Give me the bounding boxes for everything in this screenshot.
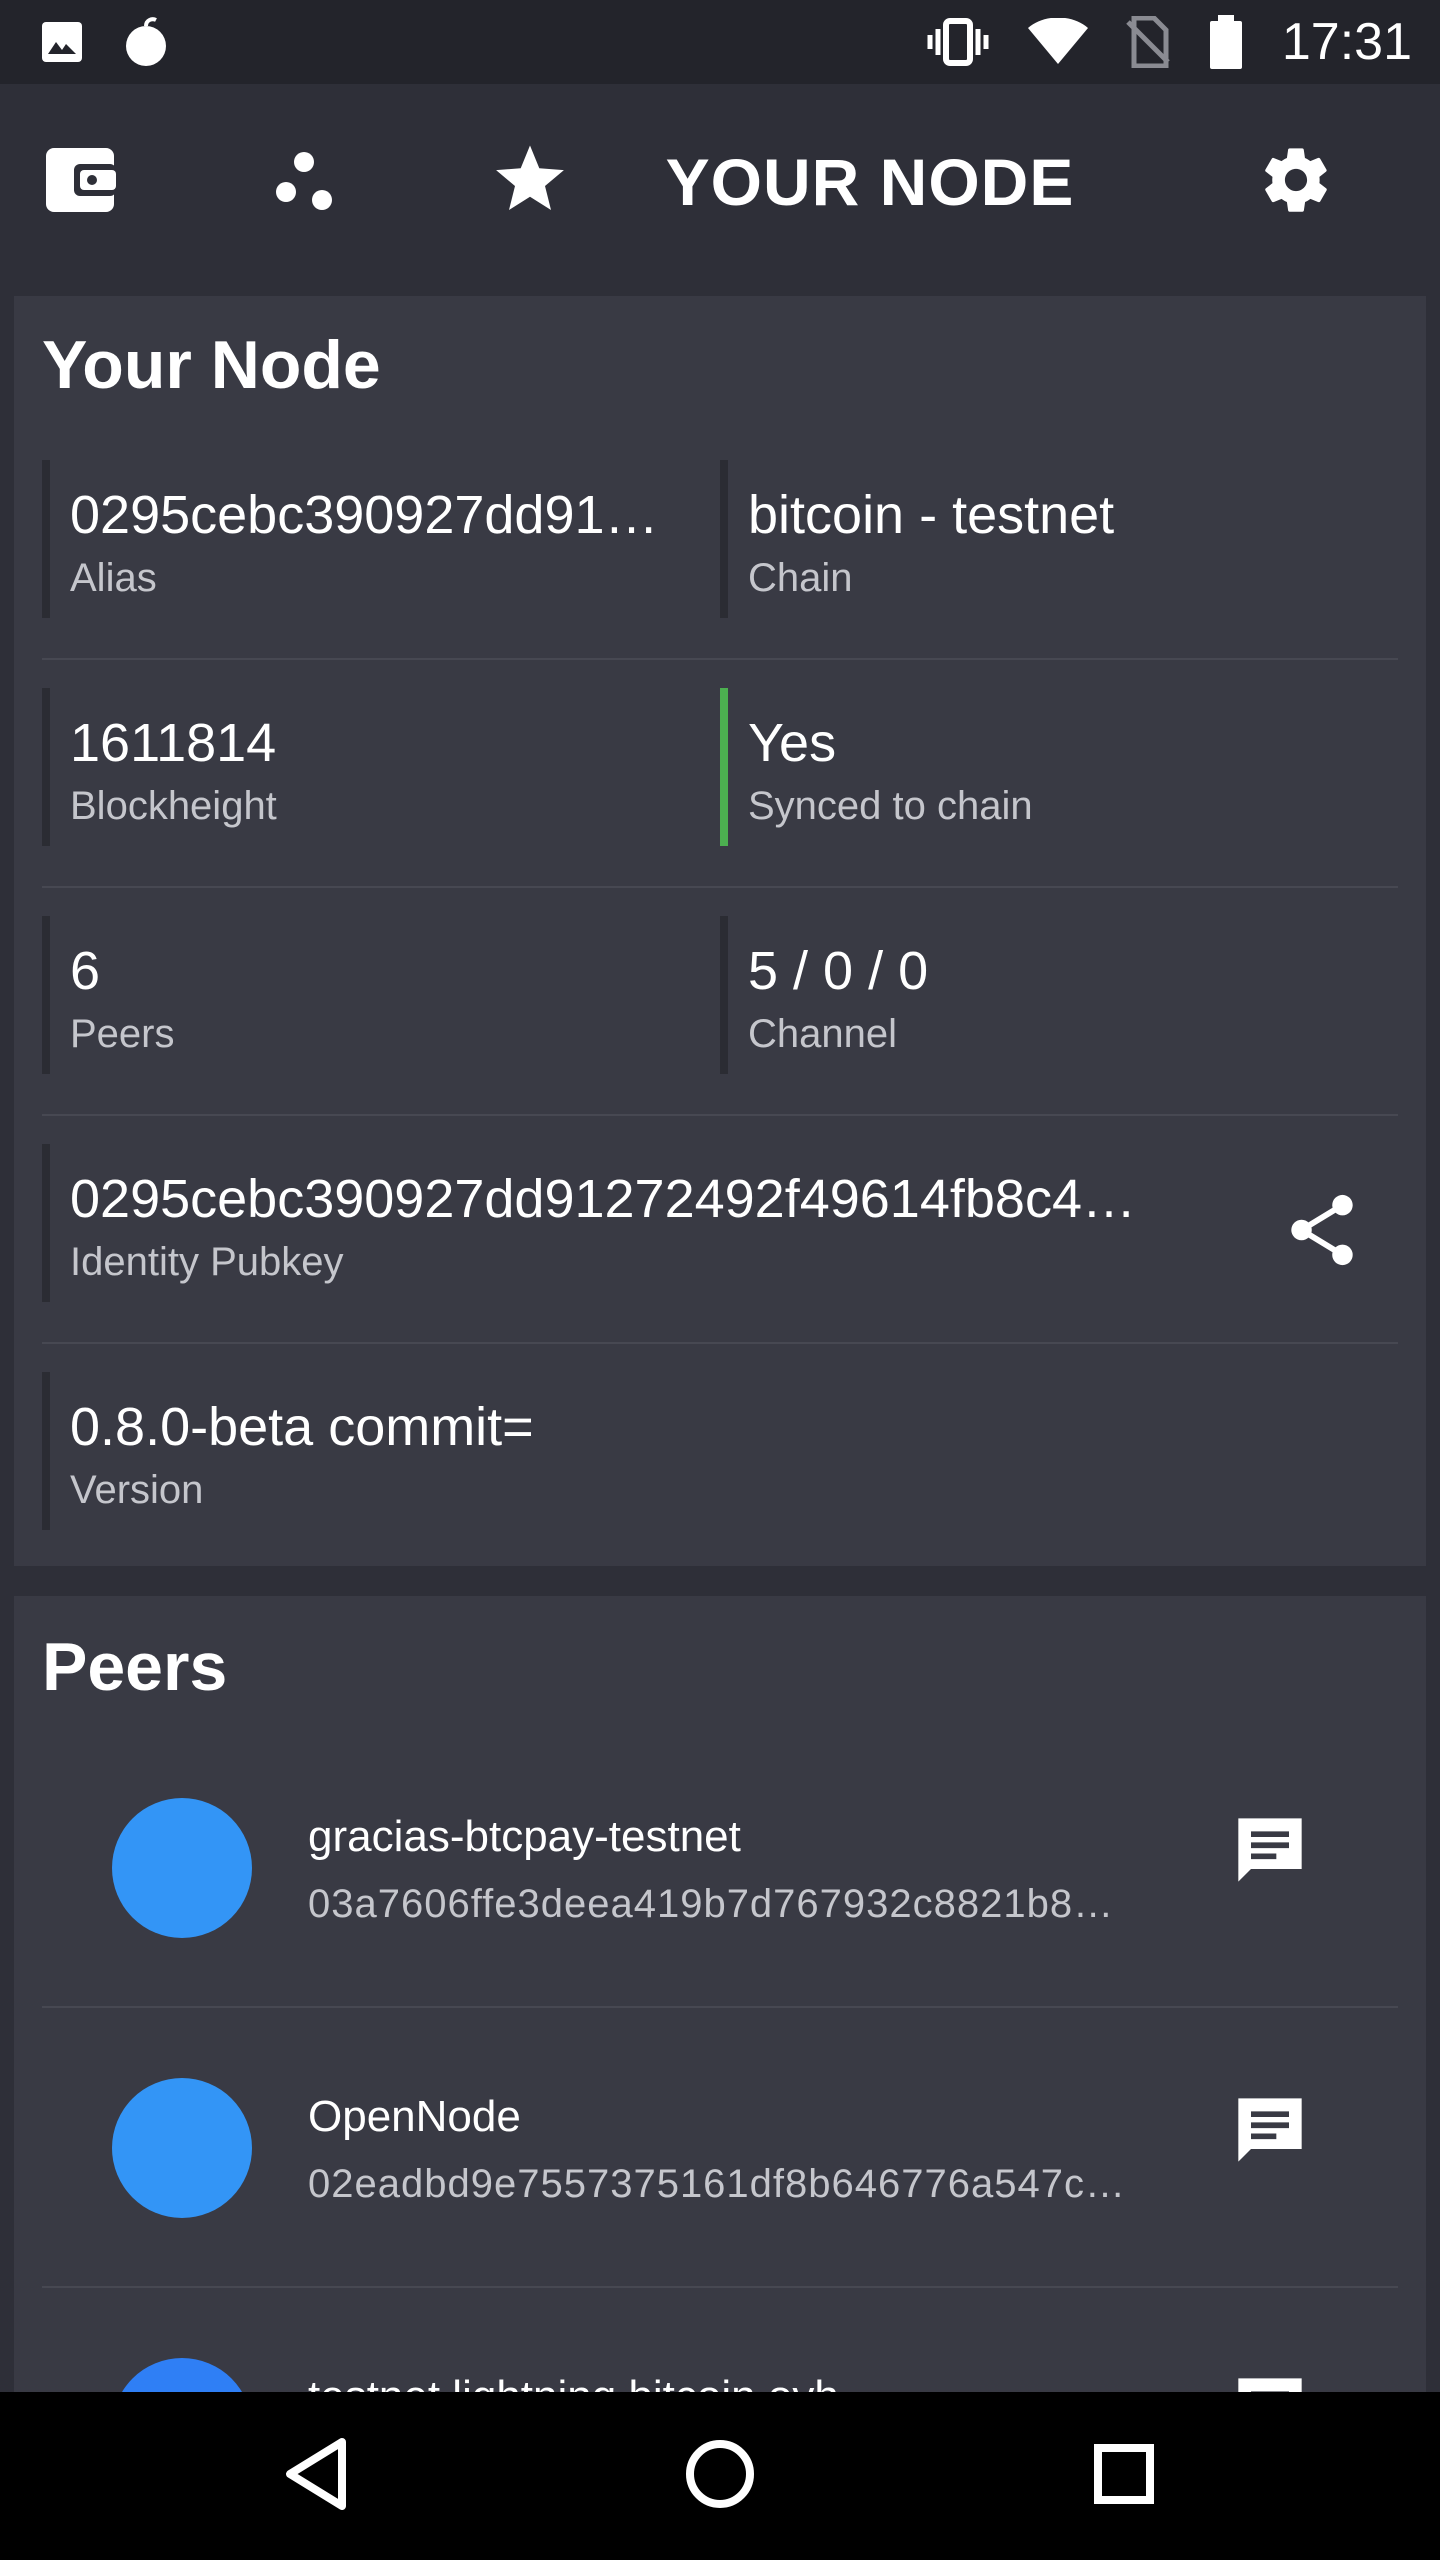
peers-network-button[interactable]	[234, 84, 374, 280]
app-bar: YOUR NODE	[0, 84, 1440, 280]
peer-pubkey: 03a7606ffe3deea419b7d767932c8821b8…	[308, 1882, 1115, 1926]
blockheight-value: 1611814	[70, 713, 277, 773]
favorites-button[interactable]	[460, 84, 600, 280]
peer-name: OpenNode	[308, 2092, 521, 2141]
status-bar: 17:31	[0, 0, 1440, 84]
peer-avatar	[112, 1798, 252, 1938]
status-right-icons: 17:31	[926, 12, 1412, 72]
recents-button[interactable]	[1024, 2392, 1224, 2560]
peer-list-item[interactable]: OpenNode 02eadbd9e7557375161df8b646776a5…	[42, 2008, 1398, 2288]
pubkey-value: 0295cebc390927dd91272492f49614fb8c4…	[70, 1169, 1136, 1229]
bomb-icon	[124, 16, 168, 68]
peer-name: gracias-btcpay-testnet	[308, 1812, 741, 1861]
your-node-card: Your Node 0295cebc390927dd91… Alias bitc…	[14, 296, 1426, 1566]
info-row-pubkey: 0295cebc390927dd91272492f49614fb8c4… Ide…	[42, 1116, 1398, 1344]
info-row-alias-chain: 0295cebc390927dd91… Alias bitcoin - test…	[42, 432, 1398, 660]
peer-list-item[interactable]: testnet.lightning.bitcoin.ovh	[42, 2288, 1398, 2396]
info-row-version: 0.8.0-beta commit= Version	[42, 1344, 1398, 1572]
channel-value: 5 / 0 / 0	[748, 941, 929, 1001]
peers-count-value: 6	[70, 941, 101, 1001]
blockheight-label: Blockheight	[70, 784, 277, 828]
pubkey-cell[interactable]: 0295cebc390927dd91272492f49614fb8c4… Ide…	[42, 1144, 1398, 1302]
info-row-blockheight-synced: 1611814 Blockheight Yes Synced to chain	[42, 660, 1398, 888]
message-icon	[1232, 2098, 1308, 2172]
home-button[interactable]	[620, 2392, 820, 2560]
alias-cell[interactable]: 0295cebc390927dd91… Alias	[42, 460, 718, 618]
synced-cell[interactable]: Yes Synced to chain	[720, 688, 1398, 846]
peer-avatar	[112, 2358, 252, 2396]
channel-cell[interactable]: 5 / 0 / 0 Channel	[720, 916, 1398, 1074]
blockheight-cell[interactable]: 1611814 Blockheight	[42, 688, 718, 846]
version-value: 0.8.0-beta commit=	[70, 1397, 534, 1457]
channel-label: Channel	[748, 1012, 898, 1056]
back-button[interactable]	[216, 2392, 416, 2560]
recents-icon	[1094, 2443, 1154, 2509]
message-icon	[1232, 1818, 1308, 1892]
vibrate-icon	[926, 17, 990, 67]
home-icon	[686, 2439, 754, 2513]
peer-message-button[interactable]	[1232, 2092, 1308, 2173]
alias-label: Alias	[70, 556, 157, 600]
settings-button[interactable]	[1226, 84, 1366, 280]
info-row-peers-channel: 6 Peers 5 / 0 / 0 Channel	[42, 888, 1398, 1116]
peer-list-item[interactable]: gracias-btcpay-testnet 03a7606ffe3deea41…	[42, 1728, 1398, 2008]
chain-cell[interactable]: bitcoin - testnet Chain	[720, 460, 1398, 618]
chain-label: Chain	[748, 556, 853, 600]
peers-card: Peers gracias-btcpay-testnet 03a7606ffe3…	[14, 1596, 1426, 2396]
pubkey-label: Identity Pubkey	[70, 1240, 344, 1284]
back-icon	[284, 2437, 348, 2515]
peers-count-cell[interactable]: 6 Peers	[42, 916, 718, 1074]
share-icon	[1286, 1194, 1358, 1272]
version-cell[interactable]: 0.8.0-beta commit= Version	[42, 1372, 1398, 1530]
chain-value: bitcoin - testnet	[748, 485, 1115, 545]
status-left-icons	[38, 16, 168, 68]
status-time: 17:31	[1281, 13, 1412, 71]
system-nav-bar	[0, 2392, 1440, 2560]
wifi-icon	[1027, 18, 1088, 66]
star-icon	[494, 145, 566, 220]
image-icon	[38, 18, 86, 66]
wallet-icon	[44, 146, 116, 219]
settings-gear-icon	[1258, 142, 1334, 223]
peers-network-icon	[274, 150, 334, 215]
page-title: YOUR NODE	[665, 145, 1075, 219]
your-node-title: Your Node	[42, 327, 381, 403]
wallet-button[interactable]	[10, 84, 150, 280]
synced-label: Synced to chain	[748, 784, 1033, 828]
peer-pubkey: 02eadbd9e7557375161df8b646776a547c…	[308, 2162, 1126, 2206]
battery-icon	[1208, 15, 1244, 69]
peer-message-button[interactable]	[1232, 1812, 1308, 1893]
peer-avatar	[112, 2078, 252, 2218]
synced-value: Yes	[748, 713, 837, 773]
share-pubkey-button[interactable]	[1286, 1192, 1358, 1273]
version-label: Version	[70, 1468, 204, 1512]
no-sim-icon	[1126, 16, 1170, 68]
alias-value: 0295cebc390927dd91…	[70, 485, 659, 545]
peers-title: Peers	[42, 1629, 228, 1705]
peers-count-label: Peers	[70, 1012, 175, 1056]
